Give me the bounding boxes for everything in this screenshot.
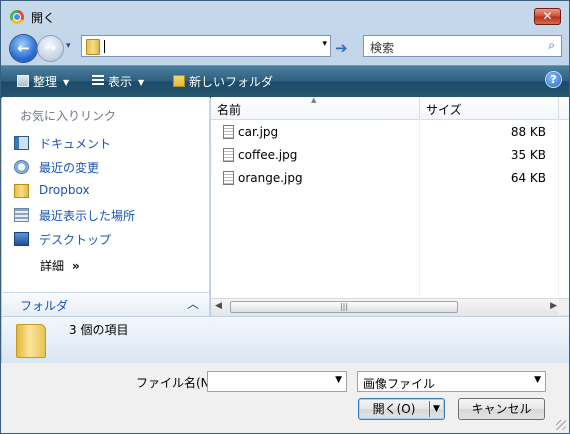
scrollbar-thumb[interactable]: ||| bbox=[230, 301, 458, 313]
new-folder-label: 新しいフォルダ bbox=[189, 75, 274, 89]
image-file-icon bbox=[223, 125, 234, 139]
scroll-corner bbox=[558, 299, 569, 315]
open-file-dialog: 開く ✕ ← → ▾ ▾ ➔ 検索 ⌕ 整理 ▼ 表示 ▼ 新しいフォルダ ? お気… bbox=[0, 0, 570, 434]
column-header-row: 名前 ▲ サイズ bbox=[211, 96, 569, 120]
sidebar-item-label: ドキュメント bbox=[39, 137, 112, 151]
horizontal-scrollbar[interactable]: ◀ ||| ▶ bbox=[211, 298, 569, 316]
address-dropdown-icon[interactable]: ▾ bbox=[322, 39, 327, 49]
navigation-pane: お気に入りリンク ドキュメント 最近の変更 Dropbox 最近表示した場所 デ… bbox=[2, 97, 210, 316]
image-file-icon bbox=[223, 171, 234, 185]
title-bar[interactable]: 開く ✕ bbox=[1, 1, 569, 31]
split-divider bbox=[429, 401, 430, 417]
column-divider[interactable] bbox=[419, 97, 420, 119]
history-dropdown-icon[interactable]: ▾ bbox=[66, 41, 71, 51]
open-button[interactable]: 開く(O) ▼ bbox=[358, 398, 445, 420]
details-pane: 3 個の項目 bbox=[2, 316, 569, 363]
documents-icon bbox=[14, 136, 29, 150]
folder-icon bbox=[14, 184, 29, 198]
views-button[interactable]: 表示 ▼ bbox=[92, 73, 144, 90]
help-icon[interactable]: ? bbox=[546, 72, 561, 87]
column-gridline bbox=[558, 119, 559, 296]
scroll-right-icon[interactable]: ▶ bbox=[550, 301, 557, 311]
file-name: car.jpg bbox=[238, 125, 279, 139]
folders-label: フォルダ bbox=[20, 299, 69, 313]
file-type-select[interactable]: 画像ファイル ▼ bbox=[357, 371, 546, 392]
list-item[interactable]: orange.jpg 64 KB bbox=[211, 168, 551, 189]
sidebar-item-label: 最近の変更 bbox=[39, 161, 100, 175]
sidebar-item-label: 最近表示した場所 bbox=[39, 209, 136, 223]
sidebar-item-label: デスクトップ bbox=[39, 233, 112, 247]
sort-ascending-icon: ▲ bbox=[311, 96, 317, 104]
open-options-icon[interactable]: ▼ bbox=[433, 399, 440, 419]
recent-changes-icon bbox=[14, 160, 29, 174]
file-list: 名前 ▲ サイズ car.jpg 88 KB coffee.jpg 35 KB … bbox=[211, 96, 569, 316]
file-name: orange.jpg bbox=[238, 171, 303, 185]
views-label: 表示 bbox=[108, 75, 133, 89]
cancel-button[interactable]: キャンセル bbox=[458, 398, 545, 420]
item-count: 3 個の項目 bbox=[69, 323, 129, 337]
search-icon[interactable]: ⌕ bbox=[548, 38, 555, 53]
folders-toggle[interactable]: フォルダ ︿ bbox=[2, 292, 209, 317]
file-size: 64 KB bbox=[510, 171, 546, 185]
go-arrow-button[interactable]: ➔ bbox=[335, 39, 348, 57]
list-item[interactable]: coffee.jpg 35 KB bbox=[211, 145, 551, 166]
chevron-right-icon: » bbox=[72, 259, 80, 273]
file-name: coffee.jpg bbox=[238, 148, 298, 162]
file-size: 35 KB bbox=[510, 148, 546, 162]
file-type-value: 画像ファイル bbox=[363, 377, 436, 391]
forward-button[interactable]: → bbox=[38, 36, 63, 61]
chevron-down-icon: ▼ bbox=[534, 375, 541, 385]
chrome-icon bbox=[10, 10, 24, 24]
favorites-header: お気に入りリンク bbox=[20, 109, 117, 123]
column-divider[interactable] bbox=[558, 97, 559, 119]
search-input[interactable]: 検索 ⌕ bbox=[363, 35, 562, 57]
chevron-down-icon: ▼ bbox=[138, 78, 145, 87]
desktop-icon bbox=[14, 232, 29, 246]
sidebar-item-label: Dropbox bbox=[39, 183, 90, 197]
column-header-name[interactable]: 名前 bbox=[217, 101, 241, 118]
list-item[interactable]: car.jpg 88 KB bbox=[211, 122, 551, 143]
more-label: 詳細 bbox=[40, 259, 65, 273]
folder-icon bbox=[16, 324, 46, 358]
file-size: 88 KB bbox=[510, 125, 546, 139]
organize-label: 整理 bbox=[33, 75, 58, 89]
new-folder-button[interactable]: 新しいフォルダ bbox=[173, 73, 273, 90]
views-icon bbox=[92, 75, 104, 87]
recent-places-icon bbox=[14, 208, 29, 222]
address-bar[interactable]: ▾ bbox=[81, 35, 331, 57]
window-title: 開く bbox=[31, 11, 56, 25]
chevron-down-icon: ▼ bbox=[63, 78, 70, 87]
organize-button[interactable]: 整理 ▼ bbox=[17, 73, 69, 90]
search-placeholder: 検索 bbox=[370, 41, 395, 55]
chevron-up-icon[interactable]: ︿ bbox=[187, 295, 199, 312]
text-caret bbox=[104, 40, 105, 53]
chevron-down-icon[interactable]: ▼ bbox=[335, 375, 342, 385]
resize-grip-icon[interactable] bbox=[556, 420, 566, 430]
column-header-size[interactable]: サイズ bbox=[426, 101, 462, 118]
close-button[interactable]: ✕ bbox=[534, 8, 561, 25]
open-label: 開く(O) bbox=[372, 402, 416, 416]
back-button[interactable]: ← bbox=[10, 35, 37, 62]
folder-icon bbox=[86, 39, 100, 55]
organize-icon bbox=[17, 75, 29, 87]
scroll-left-icon[interactable]: ◀ bbox=[215, 301, 222, 311]
new-folder-icon bbox=[173, 75, 185, 87]
more-links-button[interactable]: 詳細 » bbox=[40, 257, 80, 274]
image-file-icon bbox=[223, 148, 234, 162]
filename-input[interactable]: ▼ bbox=[207, 371, 347, 392]
command-toolbar: 整理 ▼ 表示 ▼ 新しいフォルダ bbox=[1, 65, 569, 98]
